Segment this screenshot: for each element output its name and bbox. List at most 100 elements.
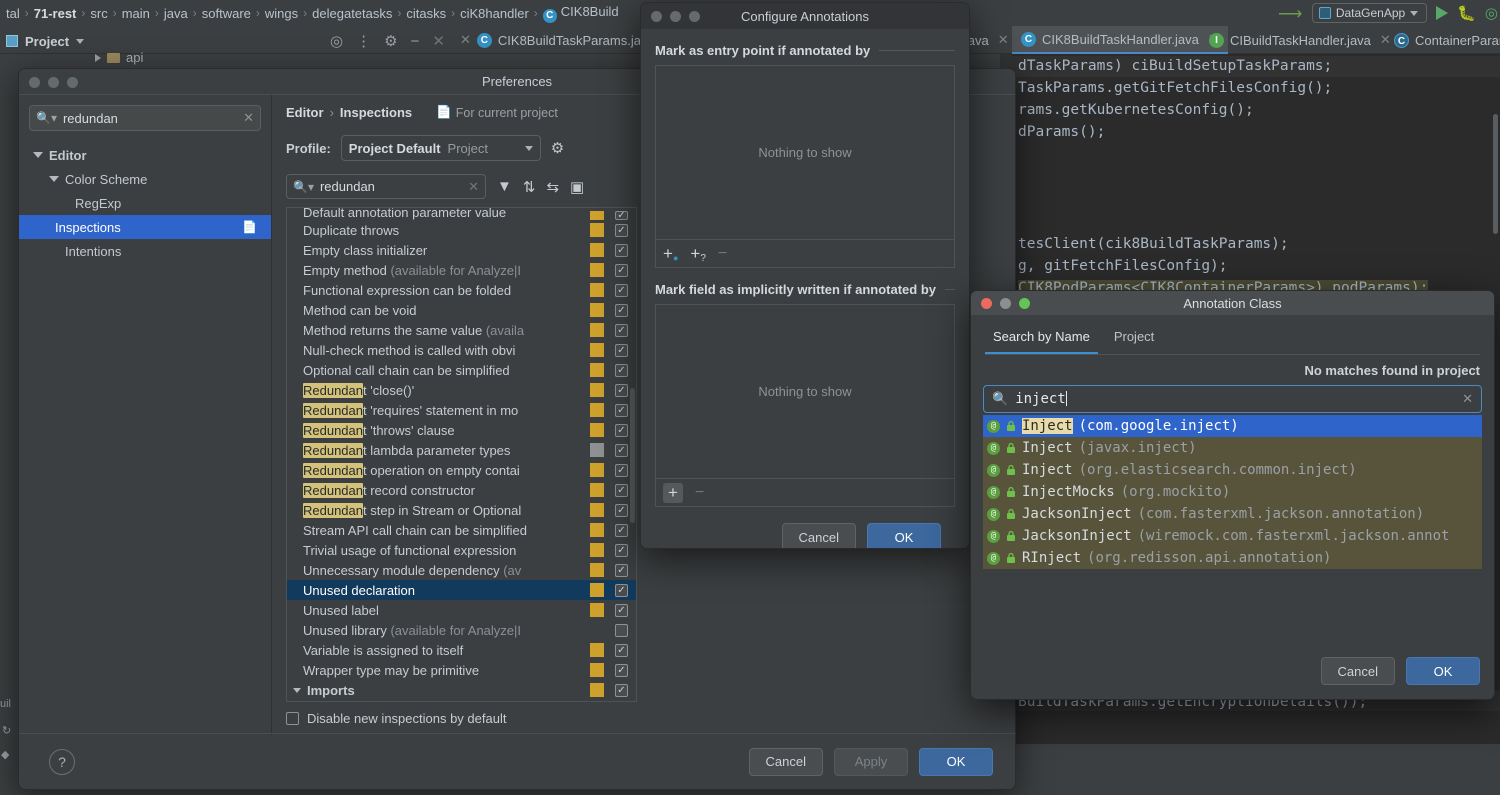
list-group-imports[interactable]: Imports ✓: [287, 680, 636, 700]
inspection-checkbox[interactable]: ✓: [615, 211, 628, 221]
breadcrumb-item[interactable]: main: [118, 6, 154, 21]
inspection-checkbox[interactable]: ✓: [615, 423, 628, 437]
severity-swatch[interactable]: [590, 403, 604, 417]
remove-icon[interactable]: −: [718, 245, 727, 263]
settings-gear-icon[interactable]: ⚙: [384, 32, 397, 50]
close-window-button[interactable]: [651, 11, 662, 22]
build-hammer-icon[interactable]: ⟵: [1278, 4, 1302, 23]
close-icon[interactable]: ✕: [460, 32, 471, 48]
inspection-checkbox[interactable]: ✓: [615, 623, 628, 637]
breadcrumb-item[interactable]: software: [198, 6, 255, 21]
close-icon[interactable]: ✕: [1462, 391, 1473, 407]
maximize-window-button[interactable]: [67, 77, 78, 88]
list-item[interactable]: Optional call chain can be simplified ✓: [287, 360, 636, 380]
cancel-button[interactable]: Cancel: [781, 523, 856, 548]
severity-swatch[interactable]: [590, 563, 604, 577]
ok-button[interactable]: OK: [867, 523, 941, 548]
collapse-all-icon[interactable]: ⋮: [356, 32, 371, 50]
severity-swatch[interactable]: [590, 303, 604, 317]
severity-swatch[interactable]: [590, 383, 604, 397]
list-item[interactable]: Stream API call chain can be simplified …: [287, 520, 636, 540]
inspection-checkbox[interactable]: ✓: [615, 683, 628, 697]
inspection-checkbox[interactable]: ✓: [615, 663, 628, 677]
add-icon[interactable]: +: [663, 482, 683, 503]
inspections-list[interactable]: Default annotation parameter value ✓ Dup…: [286, 207, 637, 702]
list-item[interactable]: Redundant 'throws' clause ✓: [287, 420, 636, 440]
breadcrumb-item[interactable]: src: [86, 6, 111, 21]
tab-cik8buildtaskparams[interactable]: ✕ C CIK8BuildTaskParams.java: [448, 26, 664, 54]
severity-swatch[interactable]: [590, 343, 604, 357]
list-item[interactable]: Unnecessary module dependency (av ✓: [287, 560, 636, 580]
breadcrumb-item[interactable]: 71-rest: [30, 6, 81, 21]
breadcrumb-item[interactable]: citasks: [402, 6, 450, 21]
minimize-window-button[interactable]: [48, 77, 59, 88]
preferences-search-input[interactable]: 🔍▾ redundan ✕: [29, 105, 261, 131]
breadcrumb-item-class[interactable]: C CIK8Build: [539, 4, 623, 23]
inspection-checkbox[interactable]: ✓: [615, 263, 628, 277]
list-item[interactable]: Method can be void ✓: [287, 300, 636, 320]
tab-cik8buildtaskhandler[interactable]: C CIK8BuildTaskHandler.java ✕: [1012, 26, 1228, 54]
inspection-checkbox[interactable]: ✓: [615, 483, 628, 497]
chevron-down-icon[interactable]: [76, 38, 85, 44]
help-icon[interactable]: ?: [49, 749, 75, 775]
implicit-write-annotations-list[interactable]: Nothing to show: [655, 304, 955, 479]
disable-new-inspections-row[interactable]: Disable new inspections by default: [286, 711, 1001, 726]
cancel-button[interactable]: Cancel: [748, 747, 823, 776]
inspection-checkbox[interactable]: ✓: [615, 383, 628, 397]
add-class-icon[interactable]: +●: [663, 244, 678, 264]
inspection-checkbox[interactable]: ✓: [615, 463, 628, 477]
breadcrumb-item[interactable]: ciK8handler: [456, 6, 533, 21]
debug-icon[interactable]: 🐛: [1457, 4, 1476, 22]
sidebar-item-regexp[interactable]: RegExp: [29, 191, 261, 215]
list-item[interactable]: Default annotation parameter value ✓: [287, 208, 636, 221]
add-pattern-icon[interactable]: +?: [690, 244, 706, 264]
close-icon[interactable]: ✕: [998, 32, 1009, 48]
severity-swatch[interactable]: [590, 483, 604, 497]
annotation-search-input[interactable]: 🔍 inject ✕: [983, 385, 1482, 413]
list-item[interactable]: @ InjectMocks (org.mockito): [983, 481, 1482, 503]
severity-swatch[interactable]: [590, 503, 604, 517]
breadcrumb-item[interactable]: wings: [261, 6, 302, 21]
cancel-button[interactable]: Cancel: [1320, 657, 1395, 685]
list-item[interactable]: Empty method (available for Analyze|I ✓: [287, 260, 636, 280]
close-icon[interactable]: ✕: [432, 32, 445, 50]
minimize-window-button[interactable]: [670, 11, 681, 22]
coverage-icon[interactable]: ◎: [1485, 4, 1498, 22]
severity-swatch[interactable]: [590, 223, 604, 237]
annotation-results-list[interactable]: @ Inject (com.google.inject) @ Inject (j…: [983, 415, 1482, 569]
list-item[interactable]: Empty class initializer ✓: [287, 240, 636, 260]
ok-button[interactable]: OK: [1406, 657, 1480, 685]
severity-swatch[interactable]: [590, 423, 604, 437]
close-icon[interactable]: ✕: [468, 179, 479, 195]
project-tree-item-api[interactable]: api: [95, 50, 143, 65]
inspection-checkbox[interactable]: ✓: [615, 403, 628, 417]
severity-swatch[interactable]: [590, 323, 604, 337]
list-item[interactable]: Wrapper type may be primitive ✓: [287, 660, 636, 680]
inspection-checkbox[interactable]: ✓: [615, 603, 628, 617]
severity-swatch[interactable]: [590, 603, 604, 617]
list-item[interactable]: Trivial usage of functional expression ✓: [287, 540, 636, 560]
minimize-window-button[interactable]: [1000, 298, 1011, 309]
inspection-checkbox[interactable]: ✓: [615, 503, 628, 517]
severity-swatch[interactable]: [590, 263, 604, 277]
build-tool-label[interactable]: uil: [0, 698, 11, 710]
hide-icon[interactable]: −: [411, 33, 420, 50]
refresh-icon[interactable]: ↻: [2, 724, 11, 737]
inspection-checkbox[interactable]: ✓: [615, 243, 628, 257]
list-item[interactable]: Redundant 'close()' ✓: [287, 380, 636, 400]
collapse-all-icon[interactable]: ⇆: [546, 178, 559, 196]
tab-search-by-name[interactable]: Search by Name: [985, 325, 1098, 354]
list-item[interactable]: @ RInject (org.redisson.api.annotation): [983, 547, 1482, 569]
list-item[interactable]: Unused library (available for Analyze|I …: [287, 620, 636, 640]
inspection-checkbox[interactable]: ✓: [615, 283, 628, 297]
ok-button[interactable]: OK: [919, 747, 993, 776]
list-item[interactable]: @ JacksonInject (com.fasterxml.jackson.a…: [983, 503, 1482, 525]
list-item[interactable]: Method returns the same value (availa ✓: [287, 320, 636, 340]
list-item[interactable]: Functional expression can be folded ✓: [287, 280, 636, 300]
gear-icon[interactable]: ⚙: [551, 139, 564, 157]
remove-icon[interactable]: −: [695, 484, 704, 502]
apply-button[interactable]: Apply: [834, 747, 908, 776]
inspection-checkbox[interactable]: ✓: [615, 363, 628, 377]
breadcrumb-item[interactable]: tal: [2, 6, 24, 21]
locate-icon[interactable]: ◎: [330, 32, 343, 50]
